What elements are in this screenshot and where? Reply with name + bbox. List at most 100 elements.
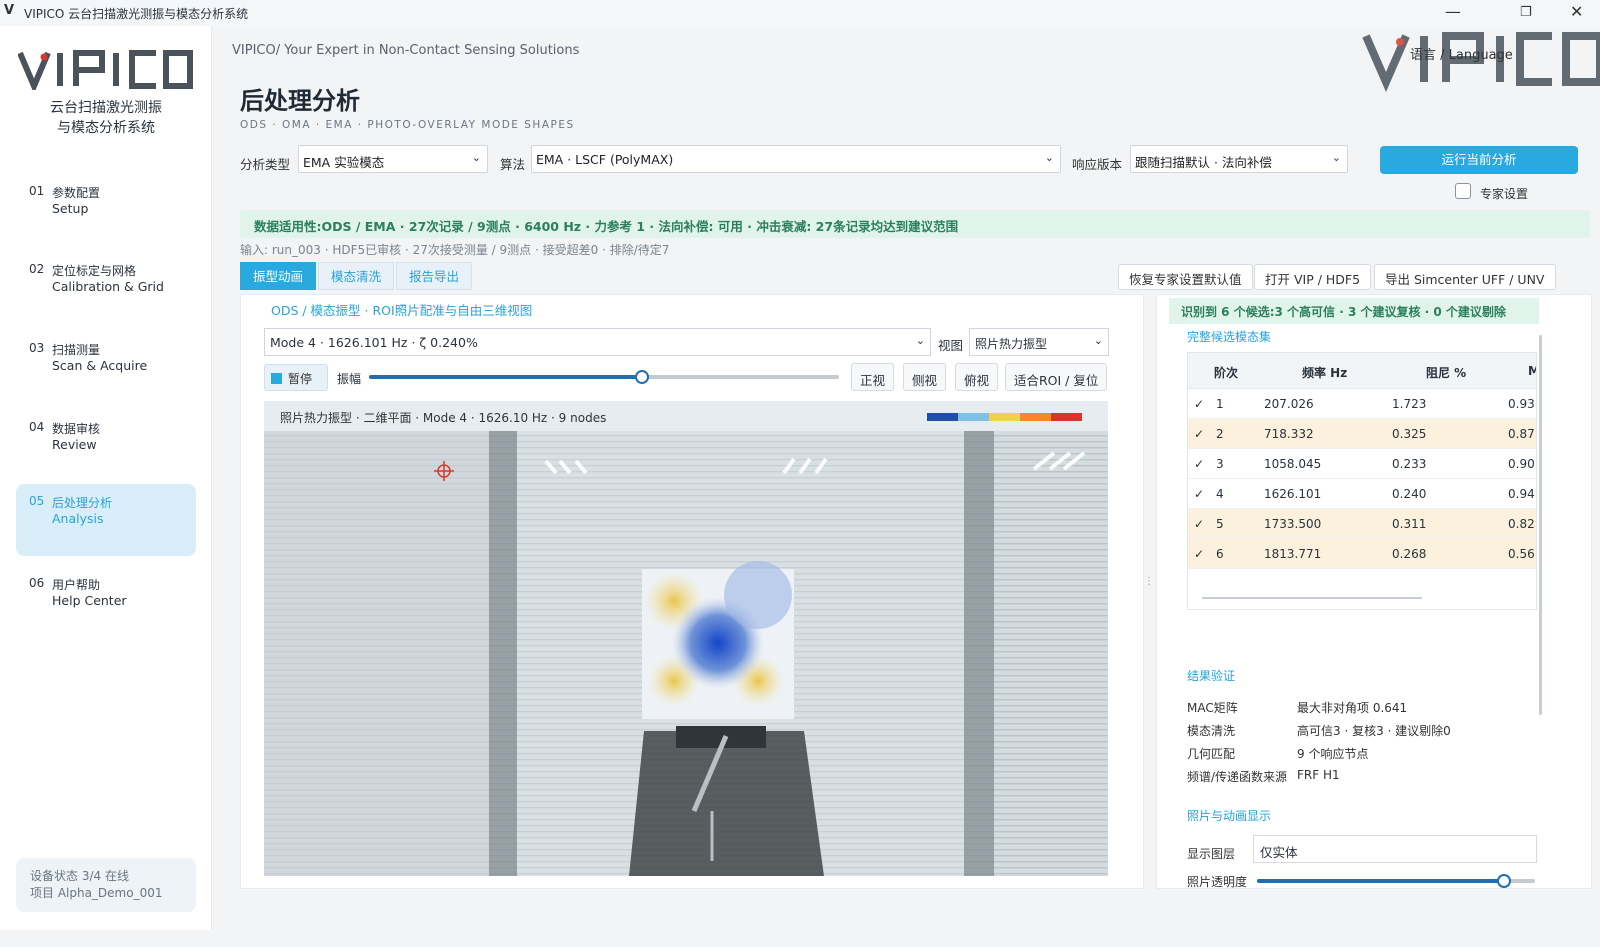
opacity-slider-handle[interactable]: [1497, 874, 1512, 888]
nav-item-scan[interactable]: 03 扫描测量 Scan & Acquire: [16, 331, 196, 403]
app-icon: V: [4, 3, 15, 18]
slogan: VIPICO/ Your Expert in Non-Contact Sensi…: [232, 43, 580, 58]
photo-display-title: 照片与动画显示: [1187, 809, 1272, 823]
table-row[interactable]: ✓ 3 1058.045 0.233 0.90: [1188, 449, 1536, 479]
amplitude-slider-fill: [369, 375, 642, 379]
top-view-button[interactable]: 俯视: [955, 363, 999, 391]
col-mac: M: [1528, 364, 1536, 378]
colorbar-segment-1: [927, 413, 958, 421]
project-name: 项目 Alpha_Demo_001: [30, 886, 163, 900]
photo-scene: [264, 431, 1108, 876]
response-select[interactable]: 跟随扫描默认 · 法向补偿 ⌄: [1130, 145, 1348, 173]
table-row[interactable]: ✓ 2 718.332 0.325 0.87: [1188, 419, 1536, 449]
nav-item-help[interactable]: 06 用户帮助 Help Center: [16, 566, 196, 638]
amplitude-slider-handle[interactable]: [634, 370, 649, 384]
check-icon: ✓: [1194, 517, 1205, 531]
pause-button[interactable]: 暂停: [264, 364, 328, 391]
export-uff-button[interactable]: 导出 Simcenter UFF / UNV: [1374, 264, 1556, 290]
tab-report-export[interactable]: 报告导出: [396, 262, 473, 290]
door-frame-right: [964, 431, 994, 876]
main-area: VIPICO/ Your Expert in Non-Contact Sensi…: [212, 26, 1600, 947]
language-selector[interactable]: 语言 / Language: [1410, 44, 1513, 63]
validation-value: FRF H1: [1297, 768, 1340, 782]
tab-bar: 振型动画 模态清洗 报告导出: [240, 262, 474, 290]
layer-label: 显示图层: [1187, 847, 1236, 861]
chevron-down-icon: ⌄: [1093, 334, 1103, 347]
validation-key: 频谱/传递函数来源: [1187, 770, 1288, 784]
wall-left: [264, 431, 489, 876]
colorbar-segment-3: [989, 413, 1020, 421]
nav-item-setup[interactable]: 01 参数配置 Setup: [16, 174, 196, 246]
check-icon: ✓: [1194, 487, 1205, 501]
fit-roi-button[interactable]: 适合ROI / 复位: [1005, 363, 1108, 391]
col-damping: 阻尼 %: [1426, 366, 1467, 380]
table-row[interactable]: ✓ 1 207.026 1.723 0.93: [1188, 389, 1536, 419]
table-header: 阶次 频率 Hz 阻尼 % M: [1188, 353, 1536, 389]
table-horizontal-scrollbar[interactable]: [1202, 597, 1422, 599]
tab-mode-cleaning[interactable]: 模态清洗: [318, 262, 395, 290]
panel-scrollbar[interactable]: [1539, 335, 1542, 715]
chevron-down-icon: ⌄: [915, 334, 925, 347]
panel-title: ODS / 模态振型 · ROI照片配准与自由三维视图: [271, 303, 533, 318]
open-file-button[interactable]: 打开 VIP / HDF5: [1254, 264, 1372, 290]
mode-table: 阶次 频率 Hz 阻尼 % M ✓ 1 207.026 1.723 0.93 ✓…: [1187, 352, 1537, 610]
chevron-down-icon: ⌄: [471, 151, 481, 164]
col-frequency: 频率 Hz: [1302, 366, 1348, 380]
algorithm-select[interactable]: EMA · LSCF (PolyMAX) ⌄: [531, 145, 1061, 173]
splitter-handle[interactable]: ⋮: [1144, 576, 1154, 596]
validation-title: 结果验证: [1187, 669, 1236, 683]
vipico-logo: [18, 50, 193, 90]
algorithm-label: 算法: [500, 157, 526, 172]
validation-key: 模态清洗: [1187, 724, 1236, 738]
restore-defaults-button[interactable]: 恢复专家设置默认值: [1118, 264, 1253, 290]
candidate-set-title: 完整候选模态集: [1187, 330, 1272, 344]
amplitude-slider[interactable]: [369, 370, 839, 384]
expert-settings-label: 专家设置: [1480, 187, 1529, 201]
check-icon: ✓: [1194, 547, 1205, 561]
device-status-card: 设备状态 3/4 在线 项目 Alpha_Demo_001: [16, 858, 196, 912]
window-title: VIPICO 云台扫描激光测振与模态分析系统: [24, 7, 249, 21]
sidebar: 云台扫描激光测振 与模态分析系统 01 参数配置 Setup 02 定位标定与网…: [0, 26, 212, 930]
col-order: 阶次: [1214, 366, 1239, 380]
validation-value: 最大非对角项 0.641: [1297, 701, 1408, 715]
chevron-down-icon: ⌄: [1331, 151, 1341, 164]
chevron-down-icon: ⌄: [1044, 151, 1054, 164]
response-label: 响应版本: [1072, 157, 1123, 172]
table-row[interactable]: ✓ 6 1813.771 0.268 0.56: [1188, 539, 1536, 569]
page-subtitle: ODS · OMA · EMA · PHOTO-OVERLAY MODE SHA…: [240, 119, 575, 131]
colorbar-segment-4: [1020, 413, 1051, 421]
view-label: 视图: [938, 338, 964, 353]
opacity-slider[interactable]: [1257, 874, 1535, 888]
mode-results-panel: 识别到 6 个候选:3 个高可信 · 3 个建议复核 · 0 个建议剔除 完整候…: [1156, 294, 1592, 889]
tab-mode-animation[interactable]: 振型动画: [240, 262, 317, 290]
layer-select[interactable]: 仅实体: [1253, 835, 1537, 863]
opacity-slider-fill: [1257, 879, 1505, 883]
front-view-button[interactable]: 正视: [851, 363, 895, 391]
nav-item-review[interactable]: 04 数据审核 Review: [16, 410, 196, 482]
side-view-button[interactable]: 侧视: [903, 363, 947, 391]
nav-item-analysis[interactable]: 05 后处理分析 Analysis: [16, 484, 196, 556]
amplitude-label: 振幅: [337, 372, 362, 386]
analysis-type-label: 分析类型: [240, 157, 291, 172]
validation-key: 几何匹配: [1187, 747, 1236, 761]
run-analysis-button[interactable]: 运行当前分析: [1380, 146, 1578, 174]
device-status: 设备状态 3/4 在线: [30, 869, 129, 883]
page-title: 后处理分析: [240, 87, 360, 115]
validation-value: 高可信3 · 复核3 · 建议剔除0: [1297, 724, 1451, 738]
test-stand: [629, 731, 824, 876]
validation-key: MAC矩阵: [1187, 701, 1238, 715]
input-info: 输入: run_003 · HDF5已审核 · 27次接受测量 / 9测点 · …: [240, 243, 670, 257]
door-frame-left: [489, 431, 517, 876]
colorbar-segment-5: [1051, 413, 1082, 421]
expert-settings-checkbox[interactable]: [1455, 183, 1471, 199]
colorbar-segment-2: [958, 413, 989, 421]
table-row[interactable]: ✓ 4 1626.101 0.240 0.94: [1188, 479, 1536, 509]
nav-item-calibration[interactable]: 02 定位标定与网格 Calibration & Grid: [16, 252, 196, 324]
analysis-type-select[interactable]: EMA 实验模态 ⌄: [298, 145, 488, 173]
view-select[interactable]: 照片热力振型 ⌄: [969, 328, 1109, 356]
table-row[interactable]: ✓ 5 1733.500 0.311 0.82: [1188, 509, 1536, 539]
mode-select[interactable]: Mode 4 · 1626.101 Hz · ζ 0.240% ⌄: [264, 328, 931, 356]
check-icon: ✓: [1194, 427, 1205, 441]
photo-heatmap-viewport[interactable]: 照片热力振型 · 二维平面 · Mode 4 · 1626.10 Hz · 9 …: [264, 401, 1108, 876]
system-name: 云台扫描激光测振 与模态分析系统: [50, 100, 162, 136]
